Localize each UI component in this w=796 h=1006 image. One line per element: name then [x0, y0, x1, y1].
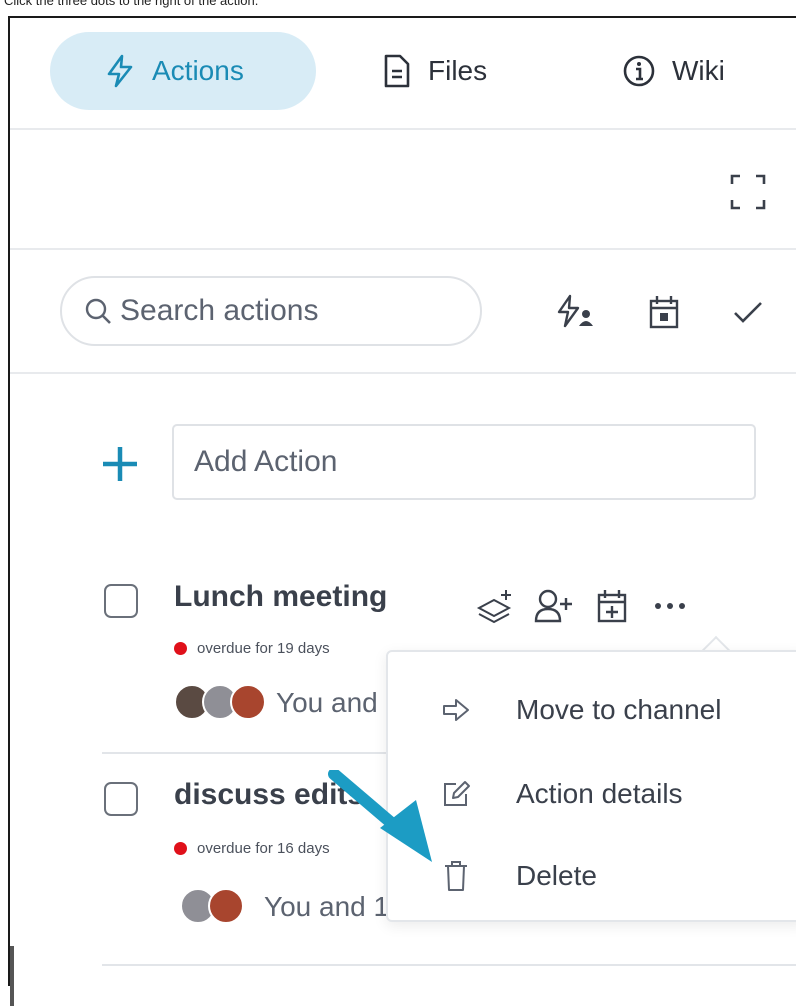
file-icon — [384, 54, 410, 88]
checkmark-icon — [734, 302, 762, 323]
info-icon — [623, 55, 655, 87]
search-icon — [85, 298, 111, 324]
add-date-button[interactable] — [592, 586, 632, 626]
avatar — [230, 684, 266, 720]
action-toolbar — [476, 586, 708, 626]
menu-item-label: Action details — [516, 778, 683, 809]
overdue-text: overdue for 19 days — [197, 640, 330, 657]
scroll-edge — [10, 946, 14, 1006]
search-input[interactable] — [120, 294, 440, 328]
menu-item-delete[interactable]: Delete — [388, 838, 796, 914]
menu-item-move-to-channel[interactable]: Move to channel — [388, 672, 796, 748]
tab-wiki[interactable]: Wiki — [622, 32, 725, 110]
app-panel: Actions Files Wiki Search actions Add Ac… — [8, 16, 796, 1006]
menu-item-label: Delete — [516, 860, 597, 891]
action-title[interactable]: Lunch meeting — [174, 580, 387, 614]
add-action-input[interactable] — [172, 424, 756, 500]
tab-label: Files — [428, 55, 488, 86]
menu-item-label: Move to channel — [516, 694, 722, 725]
add-person-icon — [534, 589, 572, 623]
more-options-button[interactable] — [650, 586, 690, 626]
action-checkbox[interactable] — [104, 782, 138, 816]
move-arrow-icon — [440, 694, 472, 726]
tab-label: Wiki — [672, 55, 725, 86]
add-subtask-button[interactable] — [476, 586, 516, 626]
lightning-icon — [107, 54, 133, 88]
filter-completed-button[interactable] — [728, 292, 768, 332]
overdue-dot-icon — [174, 842, 187, 855]
overdue-text: overdue for 16 days — [197, 840, 330, 857]
add-subtask-icon — [476, 590, 512, 624]
filter-due-date-button[interactable] — [644, 292, 684, 332]
fullscreen-button[interactable] — [728, 172, 768, 212]
calendar-icon — [649, 296, 679, 329]
search-toolbar — [10, 252, 796, 374]
tab-label: Actions — [152, 55, 244, 86]
overdue-status: overdue for 16 days — [174, 840, 330, 857]
overdue-status: overdue for 19 days — [174, 640, 330, 657]
avatar-group — [174, 684, 276, 722]
tab-bar: Actions Files Wiki — [10, 18, 796, 130]
add-person-button[interactable] — [534, 586, 574, 626]
fullscreen-icon — [730, 174, 766, 210]
plus-icon[interactable] — [100, 444, 140, 484]
assigned-to-me-icon — [557, 294, 593, 328]
avatar — [208, 888, 244, 924]
avatar-group — [180, 888, 264, 926]
tutorial-arrow-icon — [328, 770, 432, 862]
add-date-icon — [597, 590, 627, 623]
action-checkbox[interactable] — [104, 584, 138, 618]
filter-assigned-to-me-button[interactable] — [556, 292, 596, 332]
tab-files[interactable]: Files — [382, 32, 487, 110]
search-box[interactable] — [60, 276, 482, 346]
more-options-icon — [655, 603, 685, 609]
divider — [102, 964, 796, 966]
menu-item-action-details[interactable]: Action details — [388, 756, 796, 832]
instruction-caption: Click the three dots to the right of the… — [4, 0, 259, 8]
tab-actions[interactable]: Actions — [50, 32, 316, 110]
panel-toolbar — [10, 132, 796, 250]
overdue-dot-icon — [174, 642, 187, 655]
